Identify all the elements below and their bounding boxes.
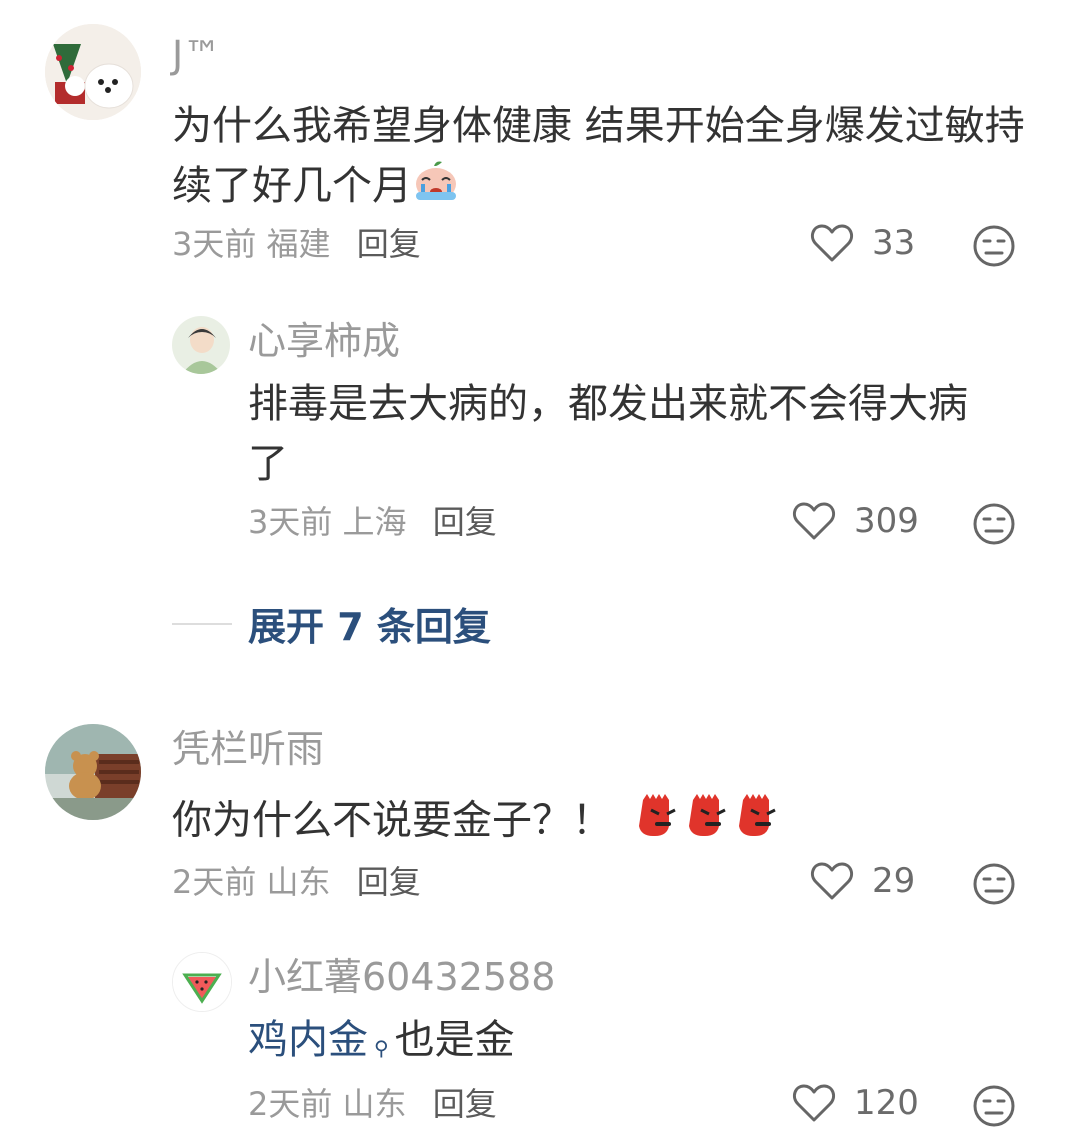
heart-icon bbox=[792, 1084, 836, 1122]
reply-text: 排毒是去大病的，都发出来就不会得大病 了 bbox=[248, 374, 1038, 494]
meh-face-icon bbox=[973, 1085, 1015, 1127]
dislike-button[interactable] bbox=[972, 862, 1016, 906]
heart-icon bbox=[810, 862, 854, 900]
dislike-button[interactable] bbox=[972, 502, 1016, 546]
heart-icon bbox=[810, 224, 854, 262]
comment-body: 为什么我希望身体健康 结果开始全身爆发过敏持续了好几个月 bbox=[172, 103, 1025, 209]
meh-face-icon bbox=[973, 225, 1015, 267]
like-count: 120 bbox=[854, 1083, 919, 1123]
comment-text: 你为什么不说要金子？！ bbox=[172, 790, 1032, 855]
reply-meta: 3天前 上海 回复 bbox=[248, 506, 497, 538]
dislike-button[interactable] bbox=[972, 1084, 1016, 1128]
meh-face-icon bbox=[973, 503, 1015, 545]
reply-button[interactable]: 回复 bbox=[433, 503, 497, 541]
search-icon[interactable]: ⚲ bbox=[374, 1036, 389, 1060]
heart-icon bbox=[792, 502, 836, 540]
username[interactable]: 凭栏听雨 bbox=[172, 730, 324, 768]
like-count: 33 bbox=[872, 223, 916, 263]
reply-body-line: 了 bbox=[248, 441, 288, 487]
timestamp: 3天前 bbox=[248, 503, 333, 541]
timestamp: 2天前 bbox=[172, 863, 257, 901]
username[interactable]: 小红薯60432588 bbox=[248, 958, 555, 996]
crying-bun-emoji bbox=[412, 158, 460, 219]
comment-body: 你为什么不说要金子？！ bbox=[172, 797, 612, 844]
avatar[interactable] bbox=[45, 724, 141, 820]
comment-text: 为什么我希望身体健康 结果开始全身爆发过敏持续了好几个月 bbox=[172, 96, 1032, 219]
reply-button[interactable]: 回复 bbox=[433, 1085, 497, 1123]
like-count: 29 bbox=[872, 861, 916, 901]
angry-face-emoji bbox=[638, 790, 787, 855]
location: 山东 bbox=[342, 1085, 407, 1123]
timestamp: 3天前 bbox=[172, 225, 257, 263]
search-keyword-link[interactable]: 鸡内金 bbox=[248, 1017, 368, 1063]
watermelon-icon bbox=[173, 953, 231, 1011]
location: 福建 bbox=[266, 225, 331, 263]
avatar[interactable] bbox=[45, 24, 141, 120]
comment-meta: 2天前 山东 回复 bbox=[172, 866, 421, 898]
like-count: 309 bbox=[854, 501, 919, 541]
avatar[interactable] bbox=[172, 316, 230, 374]
divider bbox=[172, 622, 232, 625]
reply-body: 也是金 bbox=[394, 1017, 515, 1063]
reply-body-line: 排毒是去大病的，都发出来就不会得大病 bbox=[248, 381, 968, 427]
meh-face-icon bbox=[973, 863, 1015, 905]
dislike-button[interactable] bbox=[972, 224, 1016, 268]
avatar[interactable] bbox=[172, 952, 232, 1012]
username[interactable]: J™ bbox=[172, 36, 221, 74]
reply-meta: 2天前 山东 回复 bbox=[248, 1088, 497, 1120]
timestamp: 2天前 bbox=[248, 1085, 333, 1123]
reply-text: 鸡内金 ⚲ 也是金 bbox=[248, 1010, 1038, 1070]
like-button[interactable]: 33 bbox=[810, 223, 915, 263]
like-button[interactable]: 309 bbox=[792, 501, 919, 541]
expand-replies[interactable]: 展开 7 条回复 bbox=[172, 596, 491, 651]
location: 上海 bbox=[342, 503, 407, 541]
location: 山东 bbox=[266, 863, 331, 901]
username[interactable]: 心享柿成 bbox=[248, 322, 400, 360]
like-button[interactable]: 29 bbox=[810, 861, 915, 901]
reply-button[interactable]: 回复 bbox=[357, 225, 421, 263]
like-button[interactable]: 120 bbox=[792, 1083, 919, 1123]
reply-button[interactable]: 回复 bbox=[357, 863, 421, 901]
comment-meta: 3天前 福建 回复 bbox=[172, 228, 421, 260]
expand-replies-label[interactable]: 展开 7 条回复 bbox=[248, 596, 491, 651]
